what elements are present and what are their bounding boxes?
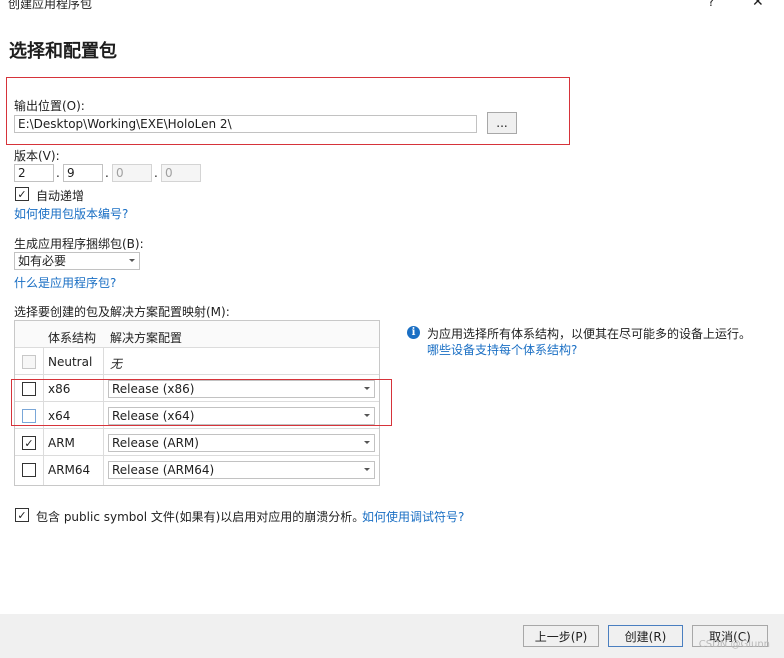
row-checkbox[interactable]: ✓: [22, 436, 36, 450]
table-row: x64 Release (x64): [15, 402, 379, 429]
highlight-box: [6, 77, 570, 145]
dialog-footer: 上一步(P) 创建(R) 取消(C) CSDN @Glunn: [0, 614, 784, 658]
row-config-select[interactable]: Release (x64): [108, 407, 375, 425]
architecture-help-link[interactable]: 哪些设备支持每个体系结构?: [427, 341, 577, 358]
row-config-value: Release (ARM64): [112, 463, 215, 477]
help-icon[interactable]: ?: [708, 0, 714, 9]
bundle-help-link[interactable]: 什么是应用程序包?: [14, 274, 116, 291]
row-config-select[interactable]: Release (x86): [108, 380, 375, 398]
window-title: 创建应用程序包: [8, 0, 93, 10]
architecture-mapping-table: 体系结构 解决方案配置 Neutral 无 x86 Release (x86) …: [14, 320, 380, 486]
row-config-value: Release (ARM): [112, 436, 199, 450]
row-config-value: Release (x86): [112, 382, 195, 396]
row-checkbox: [22, 355, 36, 369]
chevron-down-icon: [364, 387, 370, 390]
auto-increment-checkbox[interactable]: ✓: [15, 187, 29, 201]
chevron-down-icon: [364, 468, 370, 471]
version-label: 版本(V):: [14, 149, 60, 163]
info-text: 为应用选择所有体系结构，以便其在尽可能多的设备上运行。: [427, 327, 752, 341]
row-config-value: Release (x64): [112, 409, 195, 423]
row-config-select[interactable]: Release (ARM64): [108, 461, 375, 479]
browse-button[interactable]: ...: [487, 112, 517, 134]
row-config-select[interactable]: Release (ARM): [108, 434, 375, 452]
row-checkbox[interactable]: [22, 463, 36, 477]
row-arch: ARM64: [48, 463, 91, 477]
output-location-label: 输出位置(O):: [14, 99, 85, 113]
chevron-down-icon: [364, 414, 370, 417]
table-row: ARM64 Release (ARM64): [15, 456, 379, 483]
table-row: Neutral 无: [15, 348, 379, 375]
close-icon[interactable]: ✕: [752, 0, 764, 10]
bundle-label: 生成应用程序捆绑包(B):: [14, 237, 144, 251]
version-separator: .: [105, 166, 109, 180]
bundle-select-value: 如有必要: [18, 254, 67, 268]
check-icon: ✓: [17, 508, 27, 522]
back-button[interactable]: 上一步(P): [523, 625, 599, 647]
row-arch: x64: [48, 409, 71, 423]
mapping-label: 选择要创建的包及解决方案配置映射(M):: [14, 305, 230, 319]
row-checkbox[interactable]: [22, 382, 36, 396]
version-build-input: 0: [112, 164, 152, 182]
header-arch: 体系结构: [48, 331, 97, 345]
check-icon: ✓: [17, 187, 27, 201]
title-bar: 创建应用程序包 ? ✕: [0, 0, 784, 10]
version-revision-input: 0: [161, 164, 201, 182]
public-symbols-label: 包含 public symbol 文件(如果有)以启用对应用的崩溃分析。: [36, 510, 365, 524]
create-button[interactable]: 创建(R): [608, 625, 683, 647]
chevron-down-icon: [129, 259, 135, 262]
table-row: ✓ ARM Release (ARM): [15, 429, 379, 456]
table-row: x86 Release (x86): [15, 375, 379, 402]
row-arch: Neutral: [48, 355, 93, 369]
version-major-input[interactable]: 2: [14, 164, 54, 182]
bundle-select[interactable]: 如有必要: [14, 252, 140, 270]
row-checkbox[interactable]: [22, 409, 36, 423]
row-arch: ARM: [48, 436, 75, 450]
public-symbols-checkbox[interactable]: ✓: [15, 508, 29, 522]
chevron-down-icon: [364, 441, 370, 444]
row-config: 无: [110, 357, 123, 371]
version-minor-input[interactable]: 9: [63, 164, 103, 182]
version-separator: .: [154, 166, 158, 180]
watermark: CSDN @Glunn: [698, 639, 770, 650]
header-config: 解决方案配置: [110, 331, 183, 345]
version-separator: .: [56, 166, 60, 180]
output-location-input[interactable]: E:\Desktop\Working\EXE\HoloLen 2\: [14, 115, 477, 133]
check-icon: ✓: [24, 436, 34, 450]
table-header-row: 体系结构 解决方案配置: [15, 321, 379, 348]
info-icon: i: [407, 326, 420, 339]
page-title: 选择和配置包: [9, 41, 117, 62]
auto-increment-label: 自动递增: [36, 189, 85, 203]
row-arch: x86: [48, 382, 71, 396]
version-help-link[interactable]: 如何使用包版本编号?: [14, 205, 128, 222]
symbols-help-link[interactable]: 如何使用调试符号?: [362, 508, 464, 525]
